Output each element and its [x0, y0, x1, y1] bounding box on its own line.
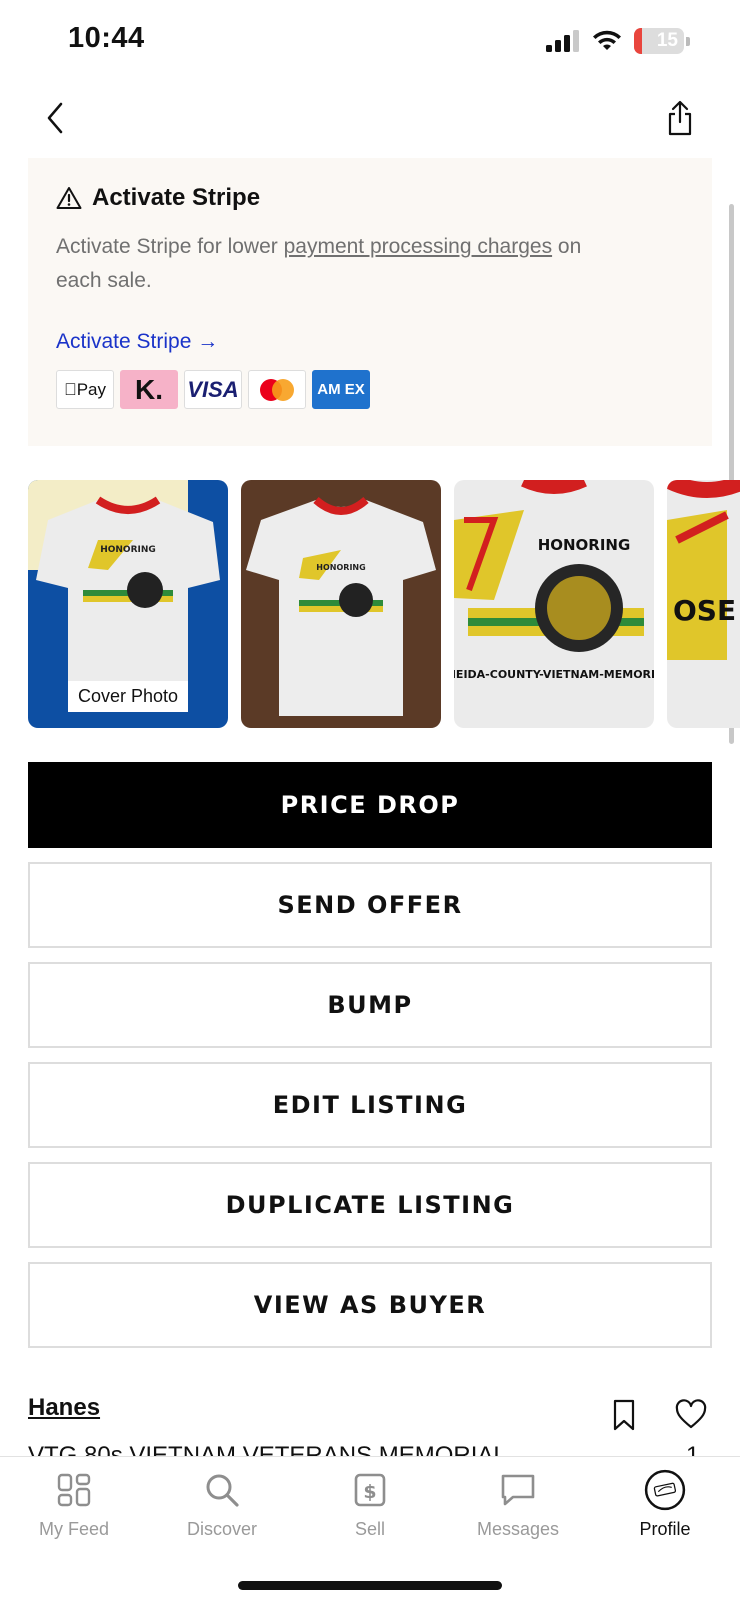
grid-icon: [57, 1473, 91, 1507]
status-bar: 10:44 15: [0, 0, 740, 84]
stripe-title: Activate Stripe: [56, 184, 684, 212]
cover-photo[interactable]: HONORING Cover Photo: [28, 480, 228, 728]
stripe-banner: Activate Stripe Activate Stripe for lowe…: [28, 158, 712, 446]
payment-charges-link[interactable]: payment processing charges: [284, 235, 552, 258]
status-time: 10:44: [68, 22, 145, 54]
svg-text:HONORING: HONORING: [538, 536, 631, 554]
svg-text:HONORING: HONORING: [316, 563, 365, 572]
shirt-photo-3: HONORING ONEIDA-COUNTY-VIETNAM-MEMORIAL: [454, 480, 654, 728]
tab-profile[interactable]: Profile: [605, 1469, 725, 1540]
bookmark-button[interactable]: [610, 1398, 638, 1432]
stripe-desc-before: Activate Stripe for lower: [56, 235, 284, 258]
mastercard-logo: [248, 370, 306, 409]
svg-text:$: $: [363, 1481, 376, 1503]
payment-methods: Pay K. VISA AM EX: [56, 370, 684, 409]
mastercard-icon: [260, 378, 294, 401]
share-button[interactable]: [664, 98, 696, 138]
stripe-title-text: Activate Stripe: [92, 184, 261, 211]
klarna-logo: K.: [120, 370, 178, 409]
svg-text:OSE: OSE: [673, 594, 736, 627]
avatar-icon: [644, 1469, 686, 1511]
tab-label: Discover: [186, 1519, 257, 1539]
warning-icon: [56, 187, 82, 209]
cellular-signal-icon: [546, 30, 579, 52]
message-icon: [501, 1474, 535, 1506]
visa-logo: VISA: [184, 370, 242, 409]
edit-listing-button[interactable]: EDIT LISTING: [28, 1062, 712, 1148]
search-icon: [206, 1474, 239, 1507]
tab-sell[interactable]: $ Sell: [310, 1469, 430, 1540]
tab-label: Profile: [639, 1519, 691, 1539]
amex-logo: AM EX: [312, 370, 370, 409]
duplicate-listing-button[interactable]: DUPLICATE LISTING: [28, 1162, 712, 1248]
bookmark-icon: [613, 1399, 635, 1431]
tab-label: My Feed: [38, 1519, 110, 1539]
tab-label: Sell: [354, 1519, 385, 1539]
listing-photo-4[interactable]: OSE: [667, 480, 740, 728]
like-button[interactable]: [674, 1398, 708, 1432]
listing-photo-3[interactable]: HONORING ONEIDA-COUNTY-VIETNAM-MEMORIAL: [454, 480, 654, 728]
back-button[interactable]: [40, 98, 70, 138]
brand-link[interactable]: Hanes: [28, 1394, 100, 1422]
chevron-left-icon: [47, 102, 63, 134]
view-as-buyer-button[interactable]: VIEW AS BUYER: [28, 1262, 712, 1348]
price-drop-button[interactable]: PRICE DROP: [28, 762, 712, 848]
battery-icon: 15: [634, 28, 684, 54]
wifi-icon: [593, 30, 621, 50]
tab-my-feed[interactable]: My Feed: [14, 1469, 134, 1540]
svg-text:ONEIDA-COUNTY-VIETNAM-MEMORIAL: ONEIDA-COUNTY-VIETNAM-MEMORIAL: [454, 668, 654, 681]
shirt-photo-4: OSE: [667, 480, 740, 728]
activate-stripe-link[interactable]: Activate Stripe →: [56, 330, 218, 354]
heart-icon: [675, 1399, 707, 1429]
dollar-tag-icon: $: [354, 1473, 386, 1507]
svg-text:HONORING: HONORING: [100, 545, 156, 555]
tab-discover[interactable]: Discover: [162, 1469, 282, 1540]
apple-pay-logo: Pay: [56, 370, 114, 409]
listing-photo-2[interactable]: HONORING: [241, 480, 441, 728]
send-offer-button[interactable]: SEND OFFER: [28, 862, 712, 948]
shirt-photo-2: HONORING: [241, 480, 441, 728]
tab-bar: My Feed Discover $ Sell Messages Profile: [0, 1456, 740, 1600]
tab-label: Messages: [476, 1519, 560, 1539]
home-indicator[interactable]: [238, 1581, 502, 1590]
battery-tip: [686, 36, 690, 46]
battery-level: 15: [656, 30, 678, 51]
bump-button[interactable]: BUMP: [28, 962, 712, 1048]
photo-carousel[interactable]: HONORING Cover Photo HONORING HONORING E…: [28, 480, 740, 728]
stripe-description: Activate Stripe for lower payment proces…: [56, 230, 616, 298]
cover-photo-label: Cover Photo: [68, 681, 189, 712]
share-icon: [668, 100, 692, 136]
tab-messages[interactable]: Messages: [458, 1469, 578, 1540]
status-icons: 15: [546, 28, 690, 54]
